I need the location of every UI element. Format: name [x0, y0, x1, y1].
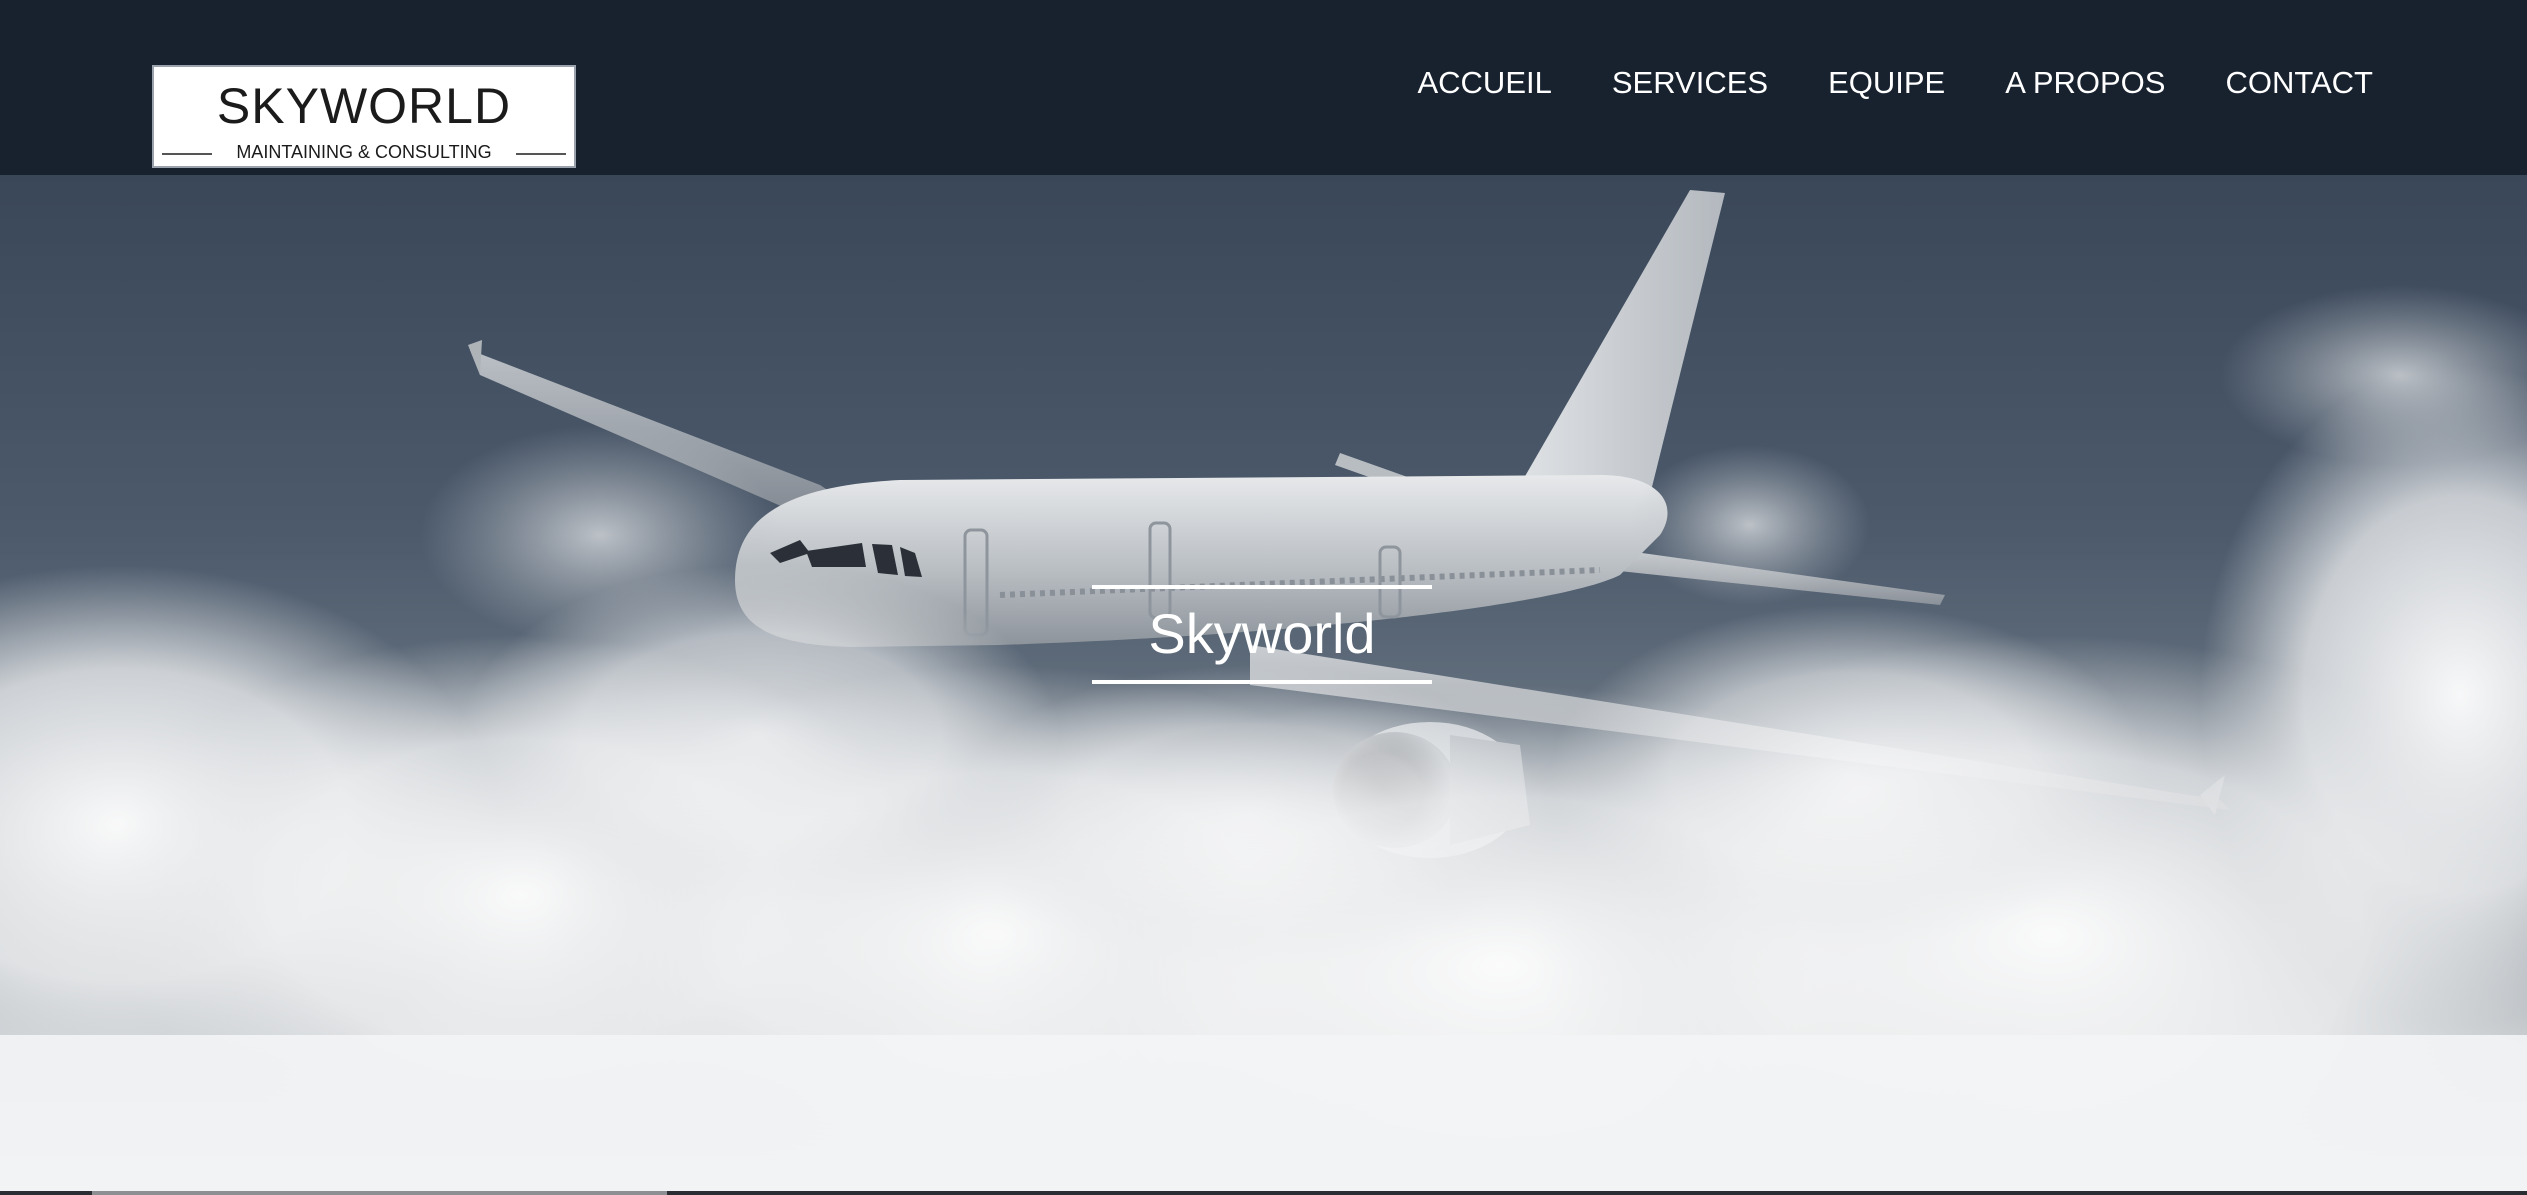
bottom-strip-segment	[92, 1191, 667, 1195]
hero-rule-bottom	[1092, 680, 1432, 684]
logo-title: SKYWORLD	[216, 78, 512, 134]
logo-rule-right	[516, 153, 566, 155]
hero-title-block: Skyworld	[1092, 585, 1432, 685]
nav-link-services[interactable]: SERVICES	[1612, 65, 1768, 100]
cloud-layer	[0, 285, 2527, 1195]
nav-link-accueil[interactable]: ACCUEIL	[1417, 65, 1551, 100]
hero-rule-top	[1092, 585, 1432, 589]
logo-subtitle: MAINTAINING & CONSULTING	[236, 142, 492, 162]
hero-background-image	[0, 190, 2527, 1195]
main-nav: ACCUEIL SERVICES EQUIPE A PROPOS CONTACT	[1417, 65, 2373, 100]
hero-title: Skyworld	[1148, 602, 1376, 665]
bottom-edge-strip	[0, 1191, 2527, 1195]
nav-link-a-propos[interactable]: A PROPOS	[2005, 65, 2165, 100]
nav-link-contact[interactable]: CONTACT	[2225, 65, 2373, 100]
logo[interactable]: SKYWORLD MAINTAINING & CONSULTING	[152, 65, 576, 168]
nav-link-equipe[interactable]: EQUIPE	[1828, 65, 1945, 100]
hero-section: Skyworld	[0, 175, 2527, 1195]
page: SKYWORLD MAINTAINING & CONSULTING ACCUEI…	[0, 0, 2527, 1195]
site-header: SKYWORLD MAINTAINING & CONSULTING ACCUEI…	[0, 0, 2527, 175]
